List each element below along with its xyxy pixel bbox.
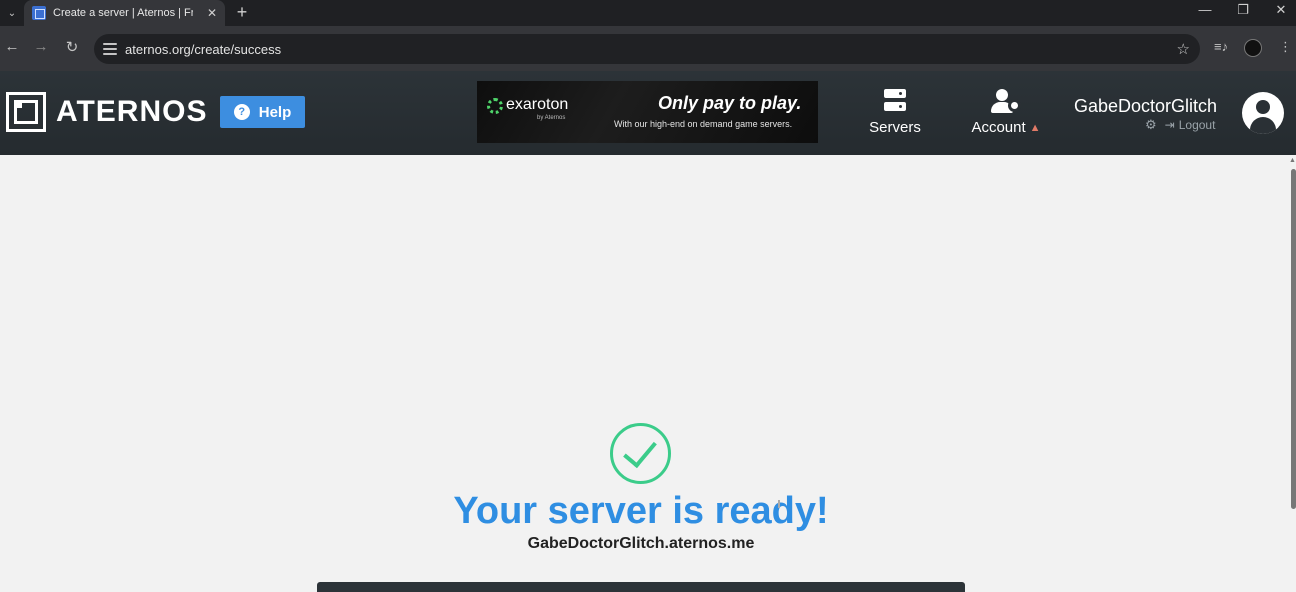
success-check-icon xyxy=(610,423,671,484)
tab-list-chevron-icon[interactable]: ⌄ xyxy=(0,0,24,26)
ad-headline: Only pay to play. xyxy=(658,93,802,113)
address-bar-url[interactable]: aternos.org/create/success xyxy=(125,42,281,57)
user-gear-icon xyxy=(991,89,1021,113)
site-header: ATERNOS ? Help exaroton by Aternos Only … xyxy=(0,71,1296,155)
help-button-label: Help xyxy=(258,103,292,121)
exaroton-ad-banner[interactable]: exaroton by Aternos Only pay to play. Wi… xyxy=(477,81,818,143)
aternos-favicon-icon xyxy=(32,6,46,20)
nav-account-label: Account xyxy=(971,119,1026,136)
page-title: Your server is ready! xyxy=(453,490,829,532)
aternos-logo-icon[interactable] xyxy=(6,92,46,132)
back-arrow-icon[interactable]: ← xyxy=(1,38,23,55)
minimize-icon[interactable]: — xyxy=(1193,2,1217,17)
site-logo-text[interactable]: ATERNOS xyxy=(56,95,207,129)
window-close-icon[interactable]: ✕ xyxy=(1269,2,1293,18)
nav-account[interactable]: Account ▲ xyxy=(965,89,1047,136)
reload-icon[interactable]: ↻ xyxy=(61,38,83,56)
bookmark-star-icon[interactable]: ☆ xyxy=(1177,40,1190,58)
question-icon: ? xyxy=(233,104,250,120)
site-info-icon[interactable] xyxy=(103,43,117,55)
logout-icon[interactable]: ⇥ xyxy=(1165,118,1175,132)
browser-toolbar: ← → ↻ aternos.org/create/success ☆ ≡♪ ⋮ xyxy=(0,26,1296,71)
browser-tabstrip: ⌄ Create a server | Aternos | Free ✕ + —… xyxy=(0,0,1296,26)
avatar[interactable] xyxy=(1242,92,1284,134)
scroll-up-icon[interactable]: ▲ xyxy=(1289,157,1296,164)
ad-subline: With our high-end on demand game servers… xyxy=(614,119,793,129)
help-button[interactable]: ? Help xyxy=(220,96,305,128)
scrollbar-thumb[interactable] xyxy=(1291,169,1296,509)
address-bar[interactable]: aternos.org/create/success ☆ xyxy=(94,34,1200,64)
restore-icon[interactable]: ❐ xyxy=(1231,2,1255,18)
settings-gear-icon[interactable]: ⚙ xyxy=(1145,117,1157,133)
exaroton-logo-icon xyxy=(487,98,503,114)
new-tab-plus-icon[interactable]: + xyxy=(232,2,252,23)
profile-icon[interactable] xyxy=(1244,39,1262,57)
media-control-icon[interactable]: ≡♪ xyxy=(1214,39,1228,54)
user-links: ⚙ ⇥ Logout xyxy=(1145,117,1215,133)
logout-link[interactable]: Logout xyxy=(1179,118,1216,132)
forward-arrow-icon[interactable]: → xyxy=(30,38,52,55)
tab-title: Create a server | Aternos | Free xyxy=(53,7,193,19)
ad-brand: exaroton xyxy=(506,96,569,113)
nav-servers-label: Servers xyxy=(869,119,921,136)
server-panel xyxy=(317,582,965,592)
browser-menu-icon[interactable]: ⋮ xyxy=(1279,39,1292,55)
username[interactable]: GabeDoctorGlitch xyxy=(1074,96,1217,117)
tab-close-icon[interactable]: ✕ xyxy=(207,6,217,20)
page-scrollbar[interactable]: ▲ xyxy=(1289,155,1296,592)
warning-triangle-icon: ▲ xyxy=(1029,121,1041,134)
text-cursor-icon xyxy=(778,500,780,508)
server-address: GabeDoctorGlitch.aternos.me xyxy=(527,535,755,552)
ad-brand-sub: by Aternos xyxy=(537,115,566,121)
browser-tab[interactable]: Create a server | Aternos | Free ✕ xyxy=(24,0,225,26)
nav-servers[interactable]: Servers xyxy=(866,89,924,136)
servers-icon xyxy=(884,89,906,111)
